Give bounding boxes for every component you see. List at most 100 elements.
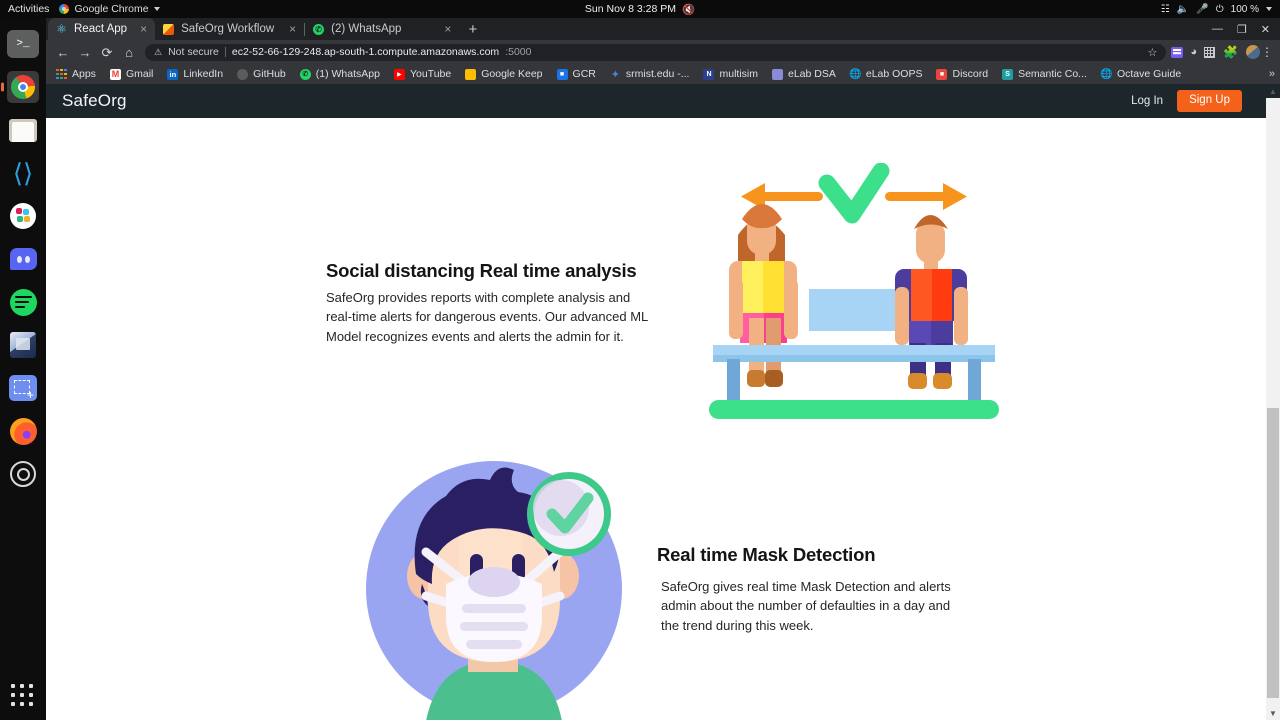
- bookmark-github[interactable]: GitHub: [230, 68, 293, 80]
- bookmark-octave-guide[interactable]: 🌐 Octave Guide: [1094, 68, 1188, 80]
- gear-icon: [10, 461, 36, 487]
- section-mask-detection: Real time Mask Detection SafeOrg gives r…: [46, 448, 1280, 720]
- site-navbar: SafeOrg Log In Sign Up: [46, 84, 1280, 118]
- bookmarks-overflow-button[interactable]: »: [1269, 68, 1275, 80]
- chrome-window: ⚛ React App × SafeOrg Workflow - Cre × ✆…: [46, 18, 1280, 720]
- bookmark-semantic[interactable]: S Semantic Co...: [995, 68, 1094, 80]
- log-in-link[interactable]: Log In: [1131, 95, 1163, 107]
- bookmark-label: GCR: [572, 68, 596, 80]
- bookmark-label: Google Keep: [481, 68, 543, 80]
- whatsapp-icon: ✆: [299, 68, 311, 80]
- bookmark-multisim[interactable]: N multisim: [696, 68, 765, 80]
- dock-item-terminal[interactable]: >_: [7, 28, 39, 60]
- bookmark-gmail[interactable]: M Gmail: [103, 68, 160, 80]
- security-label: Not secure: [168, 46, 219, 58]
- new-tab-button[interactable]: +: [459, 20, 486, 40]
- bookmark-elab-dsa[interactable]: eLab DSA: [765, 68, 843, 80]
- bookmark-elab-oops[interactable]: 🌐 eLab OOPS: [843, 68, 930, 80]
- chrome-icon: [59, 4, 70, 14]
- section-1-body: SafeOrg provides reports with complete a…: [326, 290, 648, 344]
- dock-item-spotify[interactable]: [7, 286, 39, 318]
- github-icon: [237, 68, 249, 80]
- forward-button[interactable]: →: [74, 46, 96, 59]
- tab-close-icon[interactable]: ×: [134, 23, 147, 35]
- bookmark-discord[interactable]: ■ Discord: [929, 68, 995, 80]
- bookmark-gcr[interactable]: ■ GCR: [550, 68, 603, 80]
- tab-close-icon[interactable]: ×: [408, 23, 451, 35]
- maximize-button[interactable]: ❐: [1237, 23, 1247, 36]
- srmist-icon: ✦: [610, 68, 620, 81]
- dock-item-slack[interactable]: [7, 200, 39, 232]
- google-classroom-icon: ■: [556, 68, 568, 80]
- app-menu-button[interactable]: Google Chrome: [59, 3, 160, 15]
- bookmark-label: Discord: [952, 68, 989, 80]
- firefox-icon: [9, 417, 37, 445]
- tab-safeorg-workflow[interactable]: SafeOrg Workflow - Cre ×: [155, 18, 304, 40]
- bookmark-label: GitHub: [253, 68, 286, 80]
- tab-title: React App: [74, 23, 128, 35]
- address-bar[interactable]: ⚠ Not secure ec2-52-66-129-248.ap-south-…: [145, 43, 1167, 61]
- bookmark-label: srmist.edu -...: [625, 68, 690, 80]
- tab-title: (2) WhatsApp: [331, 23, 402, 35]
- tab-whatsapp[interactable]: ✆ (2) WhatsApp ×: [305, 18, 459, 40]
- bookmark-apps[interactable]: Apps: [52, 68, 103, 80]
- bookmark-google-keep[interactable]: Google Keep: [458, 68, 549, 80]
- cast-icon[interactable]: ◕: [1183, 46, 1204, 58]
- close-window-button[interactable]: ✕: [1261, 23, 1270, 36]
- tab-react-app[interactable]: ⚛ React App ×: [48, 18, 156, 40]
- section-2-body: SafeOrg gives real time Mask Detection a…: [661, 579, 951, 633]
- dock-item-vscode[interactable]: ⟨⟩: [7, 157, 39, 189]
- bookmarks-bar: Apps M Gmail in LinkedIn GitHub ✆ (1) Wh…: [46, 64, 1280, 84]
- page-viewport: SafeOrg Log In Sign Up Social distancing…: [46, 84, 1280, 720]
- scrollbar-thumb[interactable]: [1267, 408, 1279, 698]
- dock-item-discord[interactable]: [7, 243, 39, 275]
- bookmark-linkedin[interactable]: in LinkedIn: [160, 68, 230, 80]
- url-port: :5000: [505, 46, 532, 58]
- bookmark-whatsapp[interactable]: ✆ (1) WhatsApp: [293, 68, 387, 80]
- bookmark-label: YouTube: [409, 68, 452, 80]
- reload-button[interactable]: ⟳: [96, 46, 118, 59]
- react-icon: ⚛: [56, 22, 67, 36]
- apps-grid-icon: [56, 68, 67, 80]
- activities-button[interactable]: Activities: [0, 3, 59, 15]
- dock: >_ ⟨⟩: [0, 18, 46, 720]
- home-button[interactable]: ⌂: [118, 46, 140, 59]
- sign-up-button[interactable]: Sign Up: [1177, 90, 1242, 112]
- bookmark-youtube[interactable]: ▶ YouTube: [387, 68, 458, 80]
- bookmark-label: Gmail: [125, 68, 154, 80]
- dock-item-firefox[interactable]: [7, 415, 39, 447]
- bookmark-srmist[interactable]: ✦ srmist.edu -...: [603, 68, 697, 81]
- dock-item-virtualbox[interactable]: [7, 329, 39, 361]
- puzzle-icon[interactable]: 🧩: [1215, 45, 1246, 59]
- show-applications-icon[interactable]: [11, 684, 35, 708]
- clock[interactable]: Sun Nov 8 3:28 PM 🔇: [550, 3, 730, 16]
- dock-item-settings[interactable]: [7, 458, 39, 490]
- page-scrollbar[interactable]: ▲ ▼: [1266, 84, 1280, 720]
- bookmark-star-icon[interactable]: ☆: [1148, 46, 1158, 59]
- social-distancing-bench-illustration: [709, 163, 999, 419]
- back-button[interactable]: ←: [52, 46, 74, 59]
- extension-icon[interactable]: [1171, 46, 1184, 58]
- brand-logo[interactable]: SafeOrg: [62, 91, 127, 111]
- dock-item-files[interactable]: [7, 114, 39, 146]
- bookmark-label: Apps: [72, 68, 96, 80]
- tab-close-icon[interactable]: ×: [283, 23, 296, 35]
- app-menu-label: Google Chrome: [74, 3, 149, 15]
- scroll-up-arrow-icon[interactable]: ▲: [1266, 84, 1280, 98]
- semantic-icon: S: [1002, 68, 1014, 80]
- linkedin-icon: in: [167, 68, 179, 80]
- chevron-down-icon: [153, 7, 160, 11]
- dock-item-google-chrome[interactable]: [7, 71, 39, 103]
- multisim-icon: N: [703, 68, 715, 80]
- avatar[interactable]: [1246, 45, 1260, 59]
- youtube-icon: ▶: [393, 68, 405, 80]
- minimize-button[interactable]: —: [1212, 23, 1223, 35]
- section-2-text: Real time Mask Detection SafeOrg gives r…: [657, 544, 957, 635]
- dock-item-screenshot[interactable]: [7, 372, 39, 404]
- screenshot-icon: [9, 375, 37, 401]
- kebab-menu-icon[interactable]: ⋮: [1260, 45, 1274, 59]
- globe-icon: 🌐: [849, 68, 862, 80]
- scroll-down-arrow-icon[interactable]: ▼: [1266, 706, 1280, 720]
- system-tray[interactable]: ☷ 🔈 🎤 ⏻ 100 %: [1161, 4, 1272, 15]
- grid-icon[interactable]: [1204, 46, 1216, 58]
